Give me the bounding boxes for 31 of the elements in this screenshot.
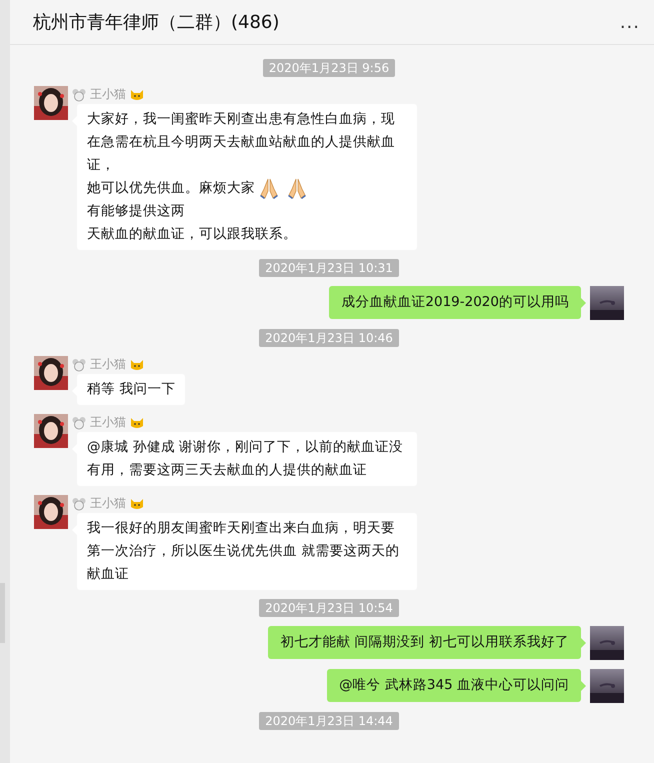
sender-name: 王小猫 [90, 86, 126, 103]
more-menu-button[interactable]: ... [620, 12, 640, 32]
message-text: 成分血献血证2019-2020的可以用吗 [341, 294, 569, 310]
praying-hands-icon [258, 177, 280, 200]
message-text: 稍等 我问一下 [87, 381, 176, 397]
sender-name: 王小猫 [90, 356, 126, 373]
message-text: @唯兮 武林路345 血液中心可以问问 [339, 677, 569, 693]
sender-name: 王小猫 [90, 414, 126, 431]
cat-icon [130, 88, 144, 102]
timestamp: 2020年1月23日 10:31 [259, 259, 399, 277]
timestamp: 2020年1月23日 9:56 [262, 59, 396, 77]
message-text: @康城 孙健成 谢谢你，刚问了下，以前的献血证没有用，需要这两三天去献血的人提供的献血证 [87, 439, 404, 478]
mouse-icon [72, 358, 86, 372]
sender-name: 王小猫 [90, 495, 126, 512]
mouse-icon [72, 416, 86, 430]
message-text: 天献血的献血证，可以跟我联系。 [87, 226, 297, 242]
message-text: 我一很好的朋友闺蜜昨天刚查出来白血病，明天要第一次治疗，所以医生说优先供血 就需要这两天的献血证 [87, 520, 400, 582]
mouse-icon [72, 88, 86, 102]
mouse-icon [72, 496, 86, 510]
cat-icon [130, 358, 144, 372]
message-text: 初七才能献 间隔期没到 初七可以用联系我好了 [280, 634, 569, 650]
praying-hands-icon [286, 177, 308, 200]
cat-icon [130, 496, 144, 510]
timestamp: 2020年1月23日 10:46 [259, 329, 399, 347]
timestamp: 2020年1月23日 14:44 [259, 712, 399, 730]
cat-icon [130, 416, 144, 430]
message-text: 大家好，我一闺蜜昨天刚查出患有急性白血病，现在急需在杭且今明两天去献血站献血的人提供献血证， [87, 111, 395, 173]
timestamp: 2020年1月23日 10:54 [259, 599, 399, 617]
message-text: 有能够提供这两 [87, 203, 185, 219]
message-text: 她可以优先供血。麻烦大家 [87, 180, 255, 196]
chat-title: 杭州市青年律师（二群）(486) [33, 11, 280, 34]
